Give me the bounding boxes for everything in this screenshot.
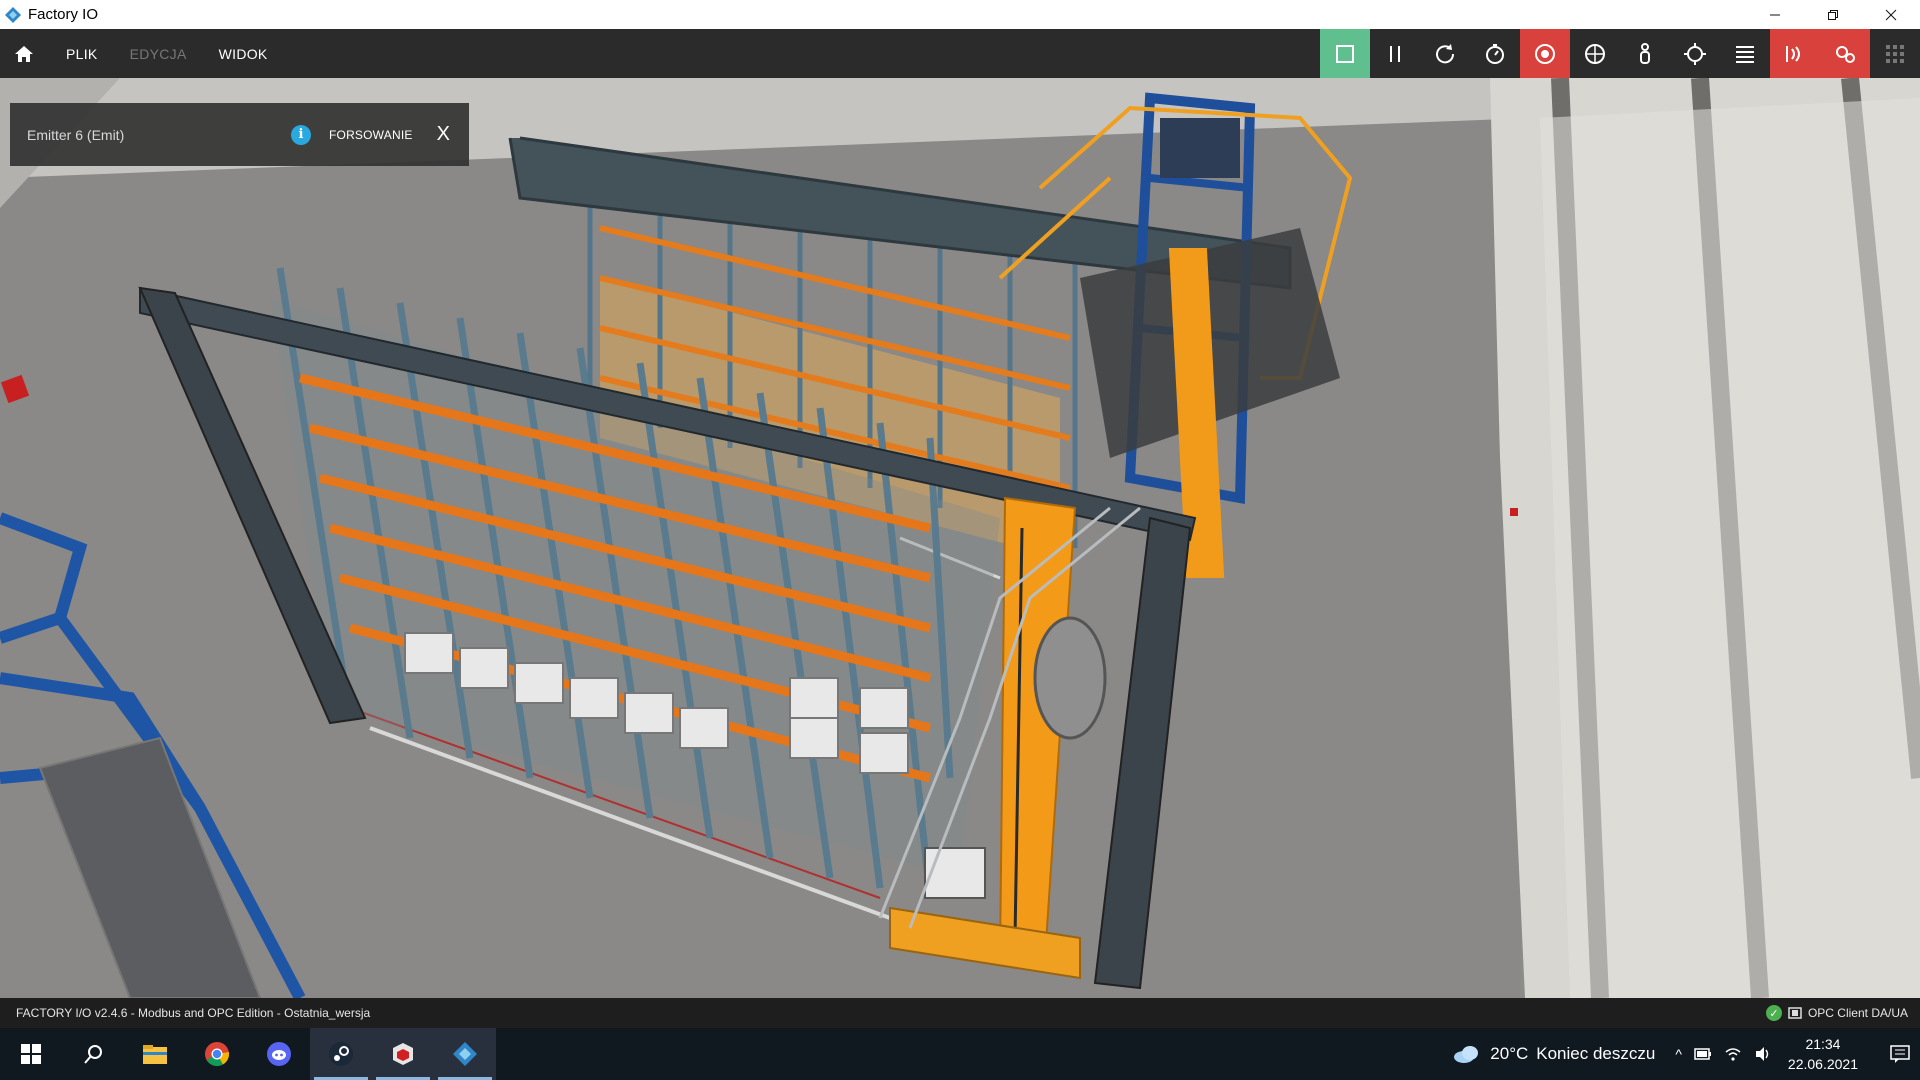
close-icon — [1885, 9, 1897, 20]
menu-plik[interactable]: PLIK — [66, 46, 98, 62]
force-button[interactable]: FORSOWANIE — [329, 128, 413, 142]
stop-icon — [1336, 44, 1354, 63]
reset-icon — [1436, 43, 1455, 63]
restore-button[interactable] — [1804, 0, 1862, 29]
close-window-button[interactable] — [1862, 0, 1920, 29]
timer-button[interactable] — [1470, 29, 1520, 78]
taskbar-factory-io[interactable] — [434, 1028, 496, 1080]
taskbar-cube-app[interactable] — [372, 1028, 434, 1080]
menu-widok[interactable]: WIDOK — [219, 46, 268, 62]
camera-orbit-icon — [1535, 43, 1555, 64]
pause-icon — [1390, 45, 1400, 62]
windows-start-icon — [21, 1044, 41, 1064]
first-person-button[interactable] — [1620, 29, 1670, 78]
weather-desc: Koniec deszczu — [1536, 1044, 1656, 1063]
taskbar-discord[interactable] — [248, 1028, 310, 1080]
list-icon — [1736, 45, 1754, 63]
info-icon[interactable]: i — [291, 124, 311, 145]
window-controls — [1746, 0, 1920, 29]
orbit-camera-button[interactable] — [1520, 29, 1570, 78]
tags-list-button[interactable] — [1720, 29, 1770, 78]
steam-icon — [329, 1042, 353, 1066]
windows-taskbar: 20°C Koniec deszczu ^ 21:34 22.06.2021 — [0, 1028, 1920, 1080]
cube-app-icon — [393, 1043, 413, 1065]
taskbar-chrome[interactable] — [186, 1028, 248, 1080]
menu-edycja[interactable]: EDYCJA — [130, 46, 187, 62]
start-button[interactable] — [0, 1028, 62, 1080]
sensor-icon — [1786, 45, 1800, 62]
window-title: Factory IO — [28, 6, 99, 23]
minimize-icon — [1770, 14, 1780, 15]
status-bar: FACTORY I/O v2.4.6 - Modbus and OPC Edit… — [0, 998, 1920, 1028]
chevron-up-icon[interactable]: ^ — [1675, 1046, 1682, 1062]
tray-icons: ^ — [1675, 1046, 1772, 1062]
search-icon — [84, 1045, 102, 1064]
drivers-icon — [1836, 45, 1855, 63]
stop-button[interactable] — [1320, 29, 1370, 78]
weather-temp: 20°C — [1490, 1044, 1529, 1063]
close-icon[interactable]: X — [437, 123, 450, 146]
window-titlebar: Factory IO — [0, 0, 1920, 29]
system-tray: 20°C Koniec deszczu ^ 21:34 22.06.2021 — [1452, 1028, 1920, 1080]
scene-viewport[interactable] — [0, 78, 1920, 998]
fly-camera-button[interactable] — [1570, 29, 1620, 78]
clock[interactable]: 21:34 22.06.2021 — [1788, 1034, 1858, 1074]
first-person-icon — [1640, 42, 1650, 64]
object-info-popup: Emitter 6 (Emit) i FORSOWANIE X — [10, 103, 469, 166]
driver-icon — [1788, 1007, 1802, 1019]
notifications-button[interactable] — [1880, 1028, 1920, 1080]
factory-scene — [0, 78, 1920, 998]
clock-time: 21:34 — [1805, 1036, 1841, 1052]
factory-io-icon — [453, 1042, 477, 1066]
volume-icon[interactable] — [1754, 1046, 1772, 1062]
grid-button[interactable] — [1870, 29, 1920, 78]
drivers-button[interactable] — [1820, 29, 1870, 78]
sensor-view-button[interactable] — [1770, 29, 1820, 78]
check-icon: ✓ — [1765, 1005, 1782, 1021]
wifi-icon[interactable] — [1724, 1046, 1742, 1062]
restore-icon — [1828, 9, 1838, 20]
driver-status[interactable]: ✓ OPC Client DA/UA — [1765, 998, 1908, 1028]
minimize-button[interactable] — [1746, 0, 1804, 29]
taskbar-steam[interactable] — [310, 1028, 372, 1080]
cloud-icon — [1454, 1046, 1479, 1063]
status-text: FACTORY I/O v2.4.6 - Modbus and OPC Edit… — [16, 1006, 371, 1020]
battery-icon[interactable] — [1694, 1047, 1712, 1061]
chrome-icon — [205, 1042, 230, 1067]
search-button[interactable] — [62, 1028, 124, 1080]
weather-widget[interactable]: 20°C Koniec deszczu — [1452, 1044, 1655, 1064]
reset-button[interactable] — [1420, 29, 1470, 78]
crosshair-icon — [1684, 42, 1706, 65]
driver-label: OPC Client DA/UA — [1807, 1006, 1908, 1020]
pick-button[interactable] — [1670, 29, 1720, 78]
notification-icon — [1890, 1045, 1910, 1063]
file-explorer-icon — [143, 1045, 167, 1064]
simulation-toolbar — [1320, 29, 1920, 78]
discord-icon — [267, 1042, 291, 1066]
taskbar-file-explorer[interactable] — [124, 1028, 186, 1080]
fly-camera-icon — [1585, 43, 1605, 64]
home-icon — [15, 45, 33, 62]
timer-icon — [1486, 43, 1504, 64]
popup-title: Emitter 6 (Emit) — [27, 126, 125, 143]
grid-icon — [1886, 44, 1904, 63]
home-button[interactable] — [0, 29, 48, 78]
clock-date: 22.06.2021 — [1787, 1056, 1858, 1072]
factory-io-logo-icon — [5, 6, 21, 23]
pause-button[interactable] — [1370, 29, 1420, 78]
